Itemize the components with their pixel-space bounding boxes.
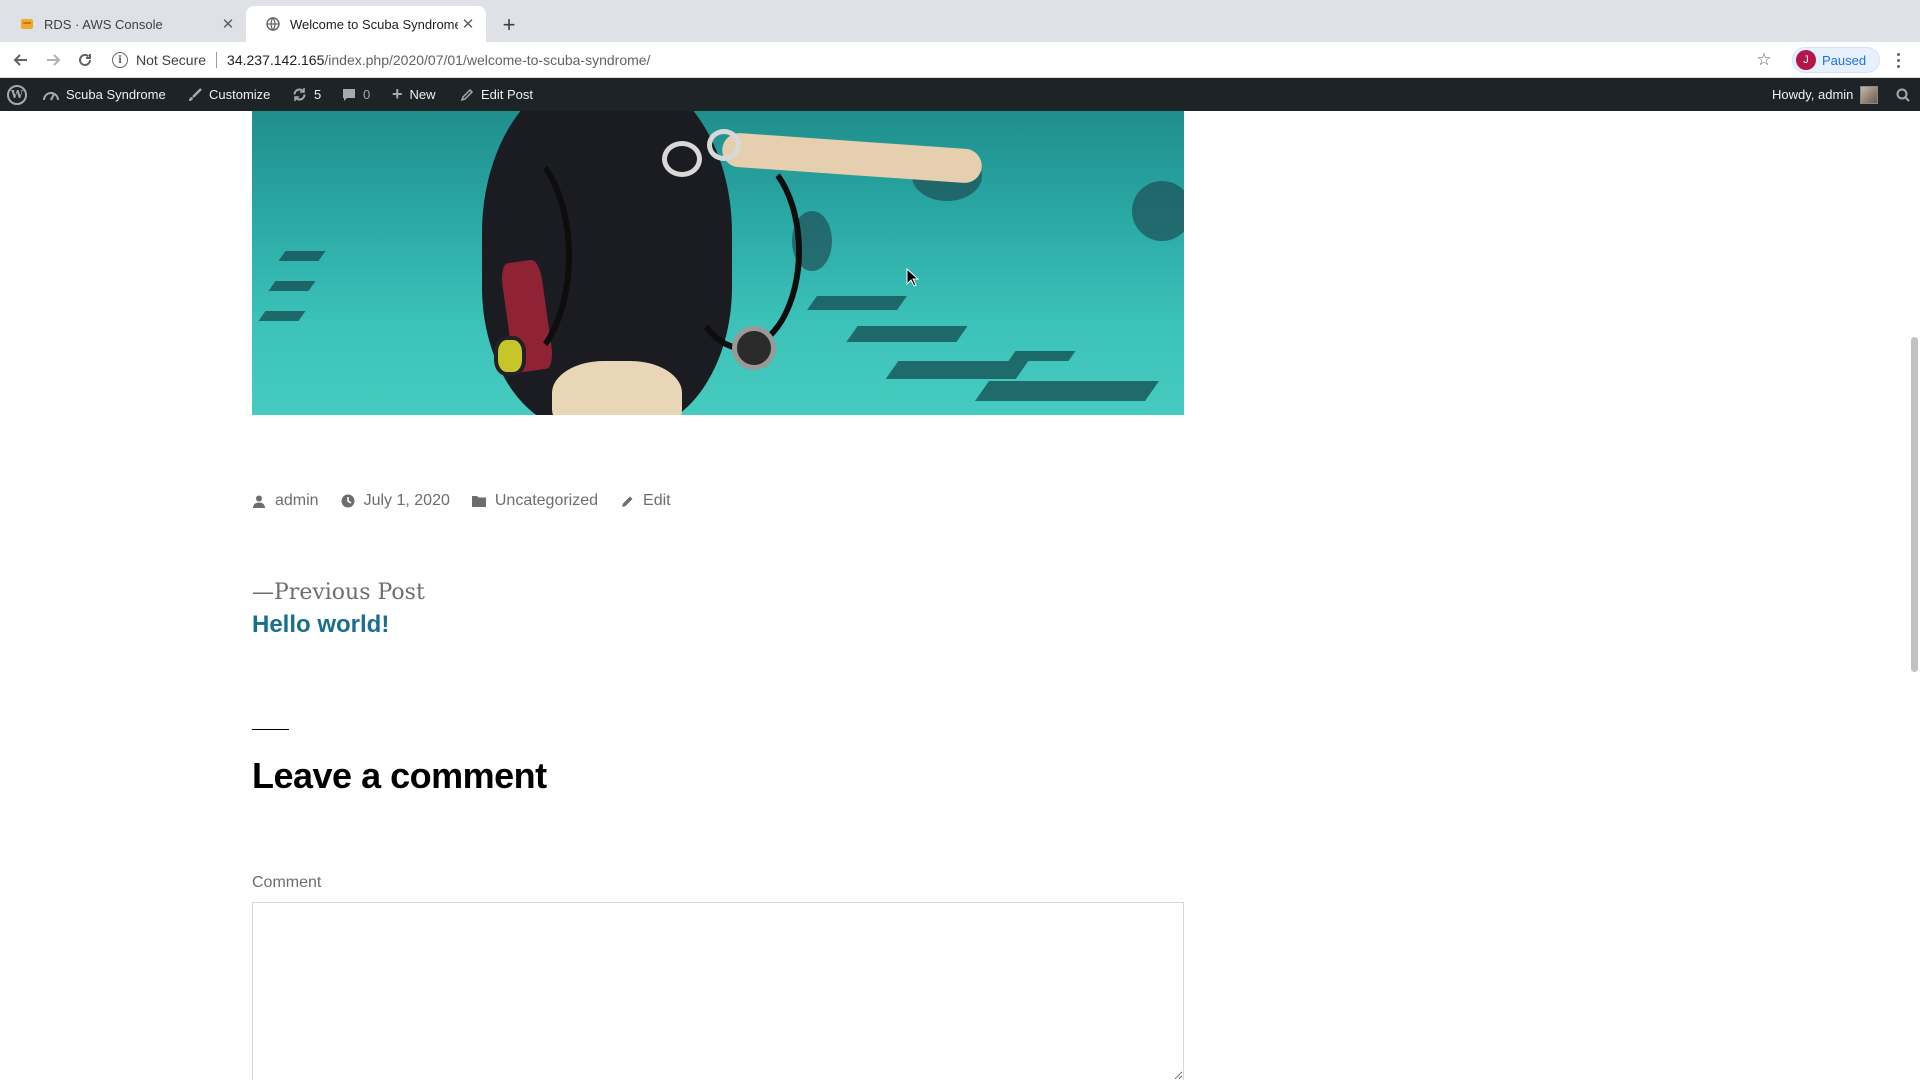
customize-label: Customize: [209, 87, 271, 102]
wordpress-logo-icon: W: [7, 84, 27, 105]
post-author[interactable]: admin: [252, 492, 319, 510]
date-text: July 1, 2020: [363, 492, 450, 509]
tab-title: RDS · AWS Console: [44, 16, 163, 32]
page-scrollbar[interactable]: [1911, 337, 1918, 672]
profile-status: Paused: [1822, 52, 1867, 68]
wp-admin-bar: W Scuba Syndrome Customize 5 0 + New Edi…: [0, 78, 1920, 111]
info-icon[interactable]: i: [112, 52, 128, 68]
pencil-icon: [460, 88, 474, 102]
address-bar[interactable]: i Not Secure 34.237.142.165/index.php/20…: [112, 46, 1782, 74]
site-name: Scuba Syndrome: [66, 87, 166, 102]
url-path: /index.php/2020/07/01/welcome-to-scuba-s…: [324, 52, 651, 68]
dashboard-icon: [43, 88, 59, 102]
edit-post-link[interactable]: Edit Post: [460, 78, 533, 111]
url-host: 34.237.142.165: [227, 52, 325, 68]
avatar: [1860, 85, 1879, 104]
avatar: J: [1796, 50, 1816, 70]
previous-post-label: —Previous Post: [252, 580, 425, 605]
tab-welcome-scuba-syndrome[interactable]: Welcome to Scuba Syndrome ✕: [246, 6, 486, 42]
featured-image: [252, 111, 1184, 415]
arrow-right-icon: [47, 54, 61, 66]
updates-count: 5: [314, 87, 322, 102]
comments-count: 0: [363, 87, 371, 102]
user-icon: [252, 494, 266, 508]
edit-text: Edit: [643, 492, 671, 509]
mouse-cursor-icon: [906, 268, 920, 287]
new-content-menu[interactable]: + New: [392, 78, 436, 111]
author-name: admin: [275, 492, 319, 509]
edit-post-label: Edit Post: [481, 87, 534, 102]
howdy-label: Howdy, admin: [1772, 87, 1854, 102]
back-button[interactable]: [9, 48, 33, 72]
new-tab-button[interactable]: +: [496, 12, 522, 38]
updates-link[interactable]: 5: [292, 78, 321, 111]
post-edit-link[interactable]: Edit: [620, 492, 671, 510]
my-account-menu[interactable]: Howdy, admin: [1772, 78, 1879, 111]
tab-title: Welcome to Scuba Syndrome: [290, 16, 458, 32]
reload-icon: [79, 53, 91, 66]
customize-link[interactable]: Customize: [188, 78, 270, 111]
admin-search-button[interactable]: [1896, 78, 1910, 111]
aws-icon: [21, 19, 33, 29]
section-divider: [252, 729, 289, 730]
category-text: Uncategorized: [494, 492, 599, 509]
post-category[interactable]: Uncategorized: [471, 492, 599, 510]
updates-icon: [292, 87, 307, 102]
profile-button[interactable]: J Paused: [1792, 47, 1880, 73]
post-date[interactable]: July 1, 2020: [341, 492, 450, 510]
comment-textarea[interactable]: [252, 902, 1184, 1080]
wp-logo-menu[interactable]: W: [7, 78, 27, 111]
browser-menu-button[interactable]: [1886, 48, 1910, 72]
brush-icon: [188, 87, 202, 102]
clock-icon: [341, 494, 355, 508]
comments-link[interactable]: 0: [342, 78, 370, 111]
plus-icon: +: [392, 84, 403, 104]
globe-icon: [266, 17, 280, 31]
folder-icon: [471, 494, 486, 508]
post-meta: admin July 1, 2020 Uncategorized Edit: [252, 490, 693, 512]
close-tab-icon[interactable]: ✕: [218, 14, 238, 34]
reload-button[interactable]: [73, 48, 97, 72]
comment-field-label: Comment: [252, 874, 322, 891]
comment-bubble-icon: [342, 88, 356, 102]
divider: [216, 52, 218, 68]
browser-toolbar: i Not Secure 34.237.142.165/index.php/20…: [0, 42, 1920, 78]
forward-button[interactable]: [41, 48, 65, 72]
new-label: New: [409, 87, 436, 102]
site-name-menu[interactable]: Scuba Syndrome: [43, 78, 166, 111]
search-icon: [1896, 88, 1910, 102]
close-tab-icon[interactable]: ✕: [458, 14, 478, 34]
browser-tab-strip: RDS · AWS Console ✕ Welcome to Scuba Syn…: [0, 0, 1920, 42]
bookmark-star-icon[interactable]: ☆: [1752, 48, 1776, 72]
security-label: Not Secure: [136, 52, 207, 68]
tab-rds-aws-console[interactable]: RDS · AWS Console ✕: [0, 6, 246, 42]
previous-post-link[interactable]: Hello world!: [252, 611, 389, 639]
arrow-left-icon: [13, 54, 27, 66]
comment-heading: Leave a comment: [252, 755, 547, 796]
pencil-icon: [620, 494, 634, 508]
